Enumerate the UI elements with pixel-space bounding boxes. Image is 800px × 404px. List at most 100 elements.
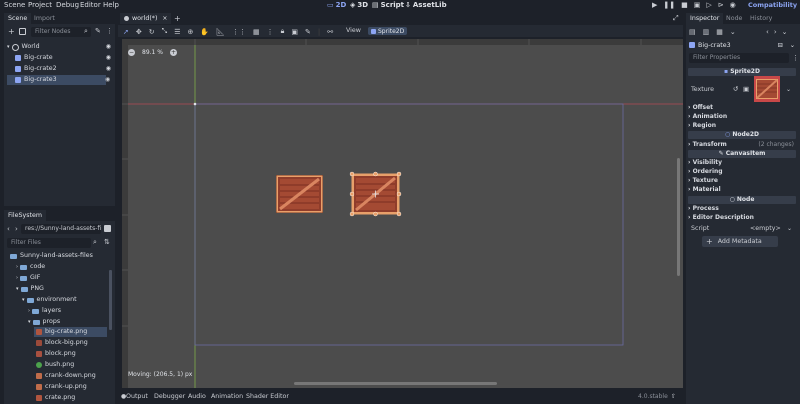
back-arrow-icon[interactable]: ‹ [7,225,10,233]
add-metadata-button[interactable]: + Add Metadata [702,236,778,247]
section-visibility[interactable]: › Visibility [688,159,796,167]
folder-row[interactable]: › layers [28,306,61,316]
instance-scene-icon[interactable] [19,28,26,35]
play-scene-icon[interactable]: ▷ [706,1,711,9]
folder-row[interactable]: ▾ props [28,317,60,327]
menu-scene[interactable]: Scene [4,0,25,10]
tree-row-big-crate2[interactable]: Big-crate2 ◉ [7,64,113,74]
tab-world[interactable]: world(*) × [120,13,172,24]
file-row-selected[interactable]: big-crate.png [34,327,107,337]
renderer-label[interactable]: Compatibility [748,0,797,10]
history-forward-icon[interactable]: › [774,28,777,36]
view-menu[interactable]: View [346,25,361,37]
zoom-out-icon[interactable]: − [128,49,135,56]
section-material[interactable]: › Material [688,186,796,194]
list-select-icon[interactable]: ☰ [174,28,180,36]
resource-menu-icon[interactable]: ⌄ [730,28,736,36]
revert-icon[interactable]: ↺ [733,85,738,93]
select-tool-icon[interactable]: ➚ [123,28,129,36]
filter-properties-input[interactable]: Filter Properties [689,53,789,63]
section-process[interactable]: › Process [688,205,796,213]
expand-bottom-panel-icon[interactable]: ⇧ [671,392,676,402]
path-input[interactable]: res://Sunny-land-assets-file [21,224,101,234]
load-resource-icon[interactable]: ▥ [703,28,710,36]
texture-preview[interactable] [754,76,780,102]
more-snap-icon[interactable]: ⋮ [267,28,274,36]
tab-scene[interactable]: Scene [4,13,32,24]
sprite2d-menu-button[interactable]: Sprite2D [368,27,408,35]
file-row[interactable]: bush.png [36,360,74,370]
folder-row[interactable]: Sunny-land-assets-files [10,251,93,261]
bone-icon[interactable]: ✎ [305,28,311,36]
distraction-free-icon[interactable]: ⤢ [673,13,679,24]
texture-dropdown-icon[interactable]: ⌄ [786,86,791,93]
remote-debug-icon[interactable]: ▣ [694,1,701,9]
folder-row[interactable]: ▾ PNG [16,284,44,294]
tab-node[interactable]: Node [722,13,746,24]
pivot-tool-icon[interactable]: ⊕ [188,28,194,36]
expand-arrow-icon[interactable]: › [28,306,30,316]
inspector-more-icon[interactable]: ⌄ [790,42,795,49]
big-crate3-sprite-selected[interactable] [348,170,404,220]
mode-2d-button[interactable]: ▭ 2D [327,0,346,10]
add-node-icon[interactable]: + [8,27,15,36]
rotate-tool-icon[interactable]: ↻ [149,28,155,36]
script-attach-icon[interactable]: ✎ [95,27,101,35]
stop-icon[interactable]: ■ [681,1,688,9]
visibility-eye-icon[interactable]: ◉ [106,42,111,52]
collapse-arrow-icon[interactable]: ▾ [7,42,10,52]
move-tool-icon[interactable]: ✥ [136,28,142,36]
section-ordering[interactable]: › Ordering [688,168,796,176]
menu-help[interactable]: Help [103,0,119,10]
mode-assetlib-button[interactable]: ⇩ AssetLib [405,0,447,10]
tab-import[interactable]: Import [30,13,59,24]
new-resource-icon[interactable]: ▤ [689,28,696,36]
texture-menu-icon[interactable]: ▣ [743,85,749,93]
more-options-icon[interactable]: ⋮ [106,27,113,35]
lock-icon[interactable]: 🔒︎ [281,27,285,36]
mode-3d-button[interactable]: ◈ 3D [350,0,368,10]
forward-arrow-icon[interactable]: › [15,225,18,233]
history-back-icon[interactable]: ‹ [766,28,769,36]
tab-inspector[interactable]: Inspector [686,13,724,24]
section-offset[interactable]: › Offset [688,104,796,112]
tab-output[interactable]: Output [126,392,148,402]
skeleton-icon[interactable]: ⚯ [327,28,333,36]
script-dropdown-icon[interactable]: ⌄ [787,224,792,233]
pause-icon[interactable]: ❚❚ [663,1,675,9]
section-region[interactable]: › Region [688,122,796,130]
tab-history[interactable]: History [746,13,776,24]
save-resource-icon[interactable]: ▦ [716,28,723,36]
section-texture[interactable]: › Texture [688,177,796,185]
vertical-scrollbar[interactable] [677,158,680,276]
collapse-arrow-icon[interactable]: ▾ [22,295,25,305]
script-value[interactable]: <empty> [750,224,781,233]
snap-toggle-icon[interactable]: ⋮⋮ [232,28,246,36]
menu-project[interactable]: Project [28,0,52,10]
new-scene-tab-icon[interactable]: + [174,13,181,24]
pan-tool-icon[interactable]: ✋ [200,28,209,36]
tab-animation[interactable]: Animation [211,392,243,402]
filter-files-input[interactable]: Filter Files [7,238,91,248]
file-row[interactable]: block-big.png [36,338,88,348]
tree-row-world[interactable]: ▾ World ◉ [7,42,113,52]
mode-script-button[interactable]: ▤ Script [372,0,404,10]
group-icon[interactable]: ▣ [291,28,298,36]
inspector-filter-options-icon[interactable]: ⋮ [792,54,799,62]
tree-row-big-crate3[interactable]: Big-crate3 [7,75,106,85]
file-row[interactable]: crank-down.png [36,371,96,381]
expand-arrow-icon[interactable]: › [16,273,18,283]
visibility-eye-icon[interactable]: ◉ [105,75,110,85]
big-crate-sprite[interactable] [276,175,323,213]
split-mode-icon[interactable] [104,225,111,232]
sort-icon[interactable]: ⇅ [104,238,110,246]
close-tab-icon[interactable]: × [162,15,167,22]
visibility-eye-icon[interactable]: ◉ [106,64,111,74]
file-row[interactable]: block.png [36,349,76,359]
expand-arrow-icon[interactable]: › [16,262,18,272]
section-transform[interactable]: › Transform (2 changes) [688,141,796,149]
visibility-eye-icon[interactable]: ◉ [106,53,111,63]
play-icon[interactable]: ▶ [652,1,657,9]
tab-audio[interactable]: Audio [188,392,206,402]
tree-row-big-crate[interactable]: Big-crate ◉ [7,53,113,63]
